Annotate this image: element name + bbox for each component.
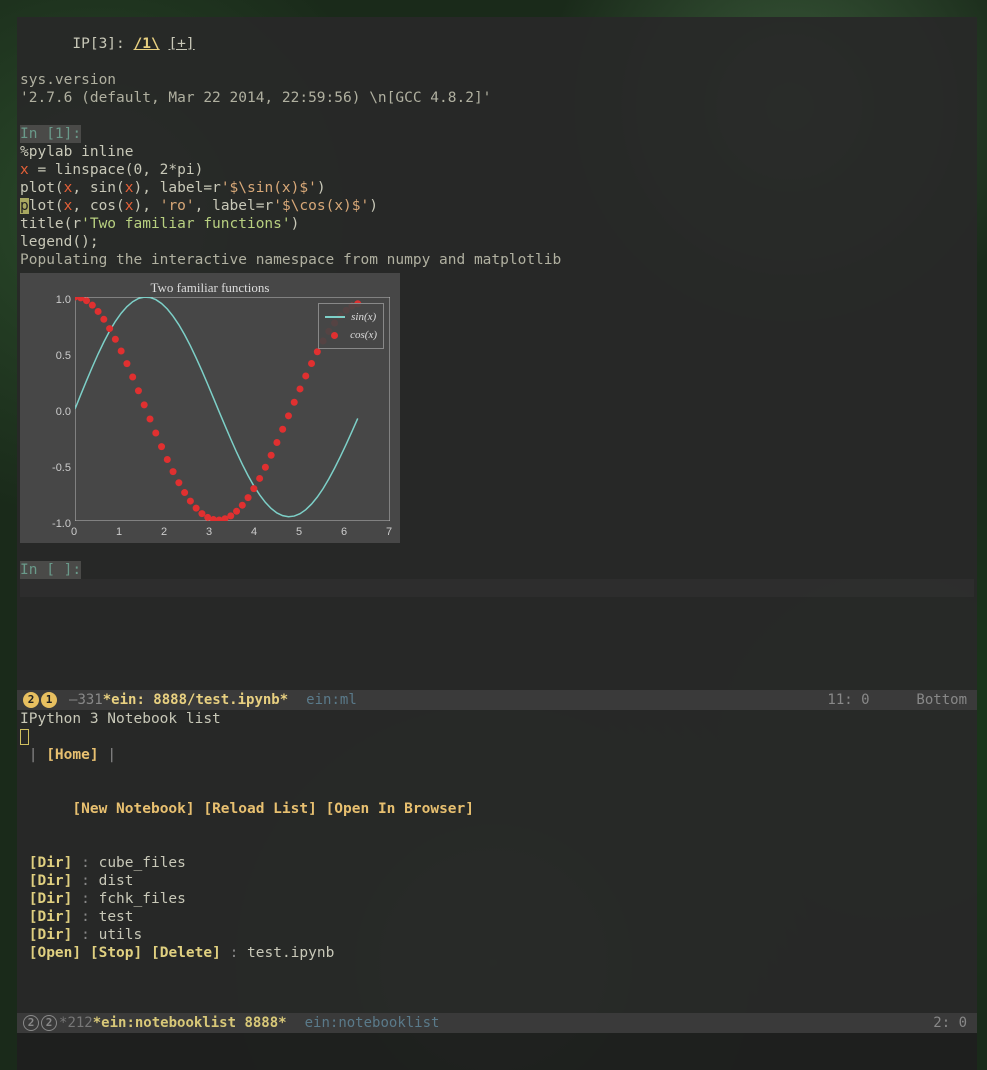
output-line: Populating the interactive namespace fro…	[20, 251, 974, 269]
matplotlib-figure: Two familiar functions sin(x) cos(x) -1.…	[20, 273, 400, 543]
y-tick-label: 0.5	[41, 347, 71, 365]
point-cursor	[20, 729, 29, 745]
legend-entry: cos(x)	[325, 326, 377, 344]
y-tick-label: 1.0	[41, 291, 71, 309]
dir-name[interactable]: test	[99, 909, 134, 925]
modeline-star: *	[59, 1014, 67, 1032]
list-item: [Dir] : fchk_files	[20, 890, 974, 908]
text-cursor: p	[20, 198, 29, 214]
x-tick-label: 0	[71, 523, 77, 541]
new-notebook-button[interactable]: [New Notebook]	[72, 801, 194, 817]
code-line[interactable]: plot(x, sin(x), label=r'$\sin(x)$')	[20, 179, 974, 197]
list-item: [Dir] : test	[20, 908, 974, 926]
modeline-line: 212	[67, 1014, 92, 1032]
y-tick-label: -0.5	[41, 459, 71, 477]
open-notebook-button[interactable]: [Open]	[29, 945, 81, 961]
output-line: sys.version	[20, 71, 974, 89]
cursor-position: 11: 0	[827, 692, 869, 708]
window-indicator[interactable]: 1	[41, 692, 57, 708]
buffer-name[interactable]: *ein: 8888/test.ipynb*	[103, 691, 288, 709]
buffer-name[interactable]: *ein:notebooklist 8888*	[93, 1014, 287, 1032]
dir-button[interactable]: [Dir]	[29, 927, 73, 943]
in-prompt: In [1]:	[20, 125, 81, 143]
code-line[interactable]: plot(x, cos(x), 'ro', label=r'$\cos(x)$'…	[20, 197, 974, 215]
cursor-position: 2: 0	[933, 1015, 967, 1031]
list-item: [Dir] : utils	[20, 926, 974, 944]
modeline-top: 2 1 — 331 *ein: 8888/test.ipynb* ein:ml …	[17, 690, 977, 710]
plot-axes: sin(x) cos(x)	[75, 297, 390, 521]
workspace-indicator[interactable]: 2	[23, 1015, 39, 1031]
nblist-actions: [New Notebook] [Reload List] [Open In Br…	[20, 782, 974, 836]
dir-button[interactable]: [Dir]	[29, 909, 73, 925]
dir-name[interactable]: fchk_files	[99, 891, 186, 907]
empty-cell[interactable]	[20, 579, 974, 597]
code-line[interactable]: x = linspace(0, 2*pi)	[20, 161, 974, 179]
ip-label: IP[3]:	[72, 36, 124, 52]
reload-list-button[interactable]: [Reload List]	[203, 801, 317, 817]
list-item: [Open] [Stop] [Delete] : test.ipynb	[20, 944, 974, 962]
window-indicator[interactable]: 2	[41, 1015, 57, 1031]
list-item: [Dir] : dist	[20, 872, 974, 890]
x-tick-label: 6	[341, 523, 347, 541]
kernel-indicator[interactable]: /1\	[134, 36, 160, 52]
add-cell-button[interactable]: [+]	[168, 36, 194, 52]
list-item: [Dir] : cube_files	[20, 854, 974, 872]
output-line: '2.7.6 (default, Mar 22 2014, 22:59:56) …	[20, 89, 974, 107]
workspace-indicator[interactable]: 2	[23, 692, 39, 708]
legend-line-icon	[325, 316, 345, 318]
y-tick-label: -1.0	[41, 515, 71, 533]
x-tick-label: 2	[161, 523, 167, 541]
header-line: IP[3]: /1\ [+]	[20, 17, 974, 71]
code-line[interactable]: legend();	[20, 233, 974, 251]
delete-notebook-button[interactable]: [Delete]	[151, 945, 221, 961]
dir-button[interactable]: [Dir]	[29, 873, 73, 889]
dir-button[interactable]: [Dir]	[29, 891, 73, 907]
major-mode: ein:notebooklist	[305, 1014, 440, 1032]
notebook-pane: IP[3]: /1\ [+] sys.version '2.7.6 (defau…	[17, 17, 977, 690]
legend-dot-icon	[331, 332, 338, 339]
stop-notebook-button[interactable]: [Stop]	[90, 945, 142, 961]
breadcrumb: | [Home] |	[20, 746, 974, 764]
dir-name[interactable]: dist	[99, 873, 134, 889]
dir-name[interactable]: cube_files	[99, 855, 186, 871]
modeline-dash: —	[69, 691, 77, 709]
notebooklist-pane: IPython 3 Notebook list | [Home] | [New …	[17, 710, 977, 1013]
notebook-filename[interactable]: test.ipynb	[247, 945, 334, 961]
dir-name[interactable]: utils	[99, 927, 143, 943]
legend-entry: sin(x)	[325, 308, 377, 326]
in-prompt: In [ ]:	[20, 561, 81, 579]
code-line[interactable]: title(r'Two familiar functions')	[20, 215, 974, 233]
legend: sin(x) cos(x)	[318, 303, 384, 349]
scroll-position: Bottom	[916, 692, 967, 708]
x-tick-label: 5	[296, 523, 302, 541]
y-tick-label: 0.0	[41, 403, 71, 421]
chart-title: Two familiar functions	[20, 273, 400, 297]
x-tick-label: 7	[386, 523, 392, 541]
nblist-title: IPython 3 Notebook list	[20, 710, 974, 728]
modeline-bottom: 2 2 * 212 *ein:notebooklist 8888* ein:no…	[17, 1013, 977, 1033]
major-mode: ein:ml	[306, 691, 357, 709]
home-link[interactable]: [Home]	[46, 747, 98, 763]
echo-area[interactable]	[17, 1033, 977, 1070]
code-line[interactable]: %pylab inline	[20, 143, 974, 161]
open-in-browser-button[interactable]: [Open In Browser]	[326, 801, 474, 817]
dir-button[interactable]: [Dir]	[29, 855, 73, 871]
x-tick-label: 1	[116, 523, 122, 541]
x-tick-label: 3	[206, 523, 212, 541]
x-tick-label: 4	[251, 523, 257, 541]
modeline-line: 331	[77, 691, 102, 709]
